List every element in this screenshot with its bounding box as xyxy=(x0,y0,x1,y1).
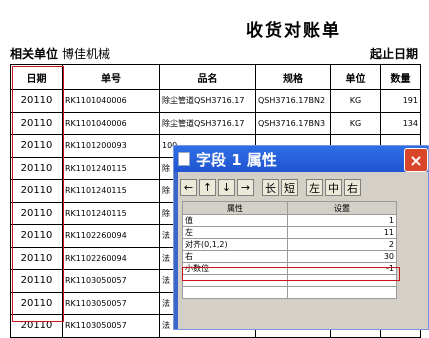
move-right-button[interactable]: → xyxy=(237,179,254,196)
value-header: 设置 xyxy=(287,201,397,215)
align-left-button[interactable]: 左 xyxy=(306,179,323,196)
column-header: 品名 xyxy=(159,64,256,90)
column-header: 单位 xyxy=(330,64,381,90)
cell-name: 除尘管道QSH3716.17 xyxy=(159,111,256,135)
property-value[interactable] xyxy=(287,274,397,287)
property-name: 右 xyxy=(182,250,288,263)
column-header: 数量 xyxy=(380,64,421,90)
move-left-button[interactable]: ← xyxy=(180,179,197,196)
report-title: 收货对账单 xyxy=(246,21,341,41)
property-row[interactable]: 右 30 xyxy=(182,250,397,263)
property-row[interactable] xyxy=(182,286,397,299)
property-value[interactable]: -1 xyxy=(287,262,397,275)
date-range-label: 起止日期 xyxy=(370,47,419,61)
cell-date: 20110 xyxy=(10,224,63,248)
cell-date: 20110 xyxy=(10,111,63,135)
move-down-button[interactable]: ↓ xyxy=(218,179,235,196)
related-unit-label: 相关单位 xyxy=(10,47,59,61)
property-row[interactable]: 小数位 -1 xyxy=(182,262,397,275)
property-row[interactable] xyxy=(182,274,397,287)
field-properties-dialog: 字段 1 属性 × ← ↑ ↓ → 长 短 左 中 右 属性 设置 值 1 左 11 对… xyxy=(173,145,429,330)
dialog-border xyxy=(174,172,178,329)
cell-no: RK1103050057 xyxy=(62,314,160,338)
column-header: 单号 xyxy=(62,64,160,90)
cell-date: 20110 xyxy=(10,246,63,270)
property-header: 属性 xyxy=(182,201,288,215)
property-name: 左 xyxy=(182,226,288,239)
cell-qty: 191 xyxy=(380,89,421,113)
cell-date: 20110 xyxy=(10,134,63,158)
property-name: 对齐(0,1,2) xyxy=(182,238,288,251)
move-up-button[interactable]: ↑ xyxy=(199,179,216,196)
cell-no: RK1101040006 xyxy=(62,89,160,113)
cell-no: RK1102260094 xyxy=(62,246,160,270)
cell-date: 20110 xyxy=(10,156,63,180)
property-row[interactable]: 左 11 xyxy=(182,226,397,239)
cell-no: RK1101240115 xyxy=(62,201,160,225)
column-header: 日期 xyxy=(10,64,63,90)
column-header: 规格 xyxy=(255,64,331,90)
related-unit: 相关单位 博佳机械 xyxy=(10,45,110,62)
cell-spec: QSH3716.17BN3 xyxy=(255,111,331,135)
property-value[interactable]: 1 xyxy=(287,214,397,227)
cell-no: RK1102260094 xyxy=(62,224,160,248)
window-icon xyxy=(178,152,190,166)
property-row[interactable]: 值1 xyxy=(182,214,397,227)
shorter-button[interactable]: 短 xyxy=(281,179,298,196)
property-name: 小数位 xyxy=(182,262,288,275)
align-center-button[interactable]: 中 xyxy=(325,179,342,196)
cell-no: RK1101200093 xyxy=(62,134,160,158)
cell-date: 20110 xyxy=(10,89,63,113)
property-name: 值 xyxy=(182,214,288,227)
cell-no: RK1101240115 xyxy=(62,179,160,203)
property-value[interactable]: 2 xyxy=(287,238,397,251)
align-right-button[interactable]: 右 xyxy=(344,179,361,196)
cell-name: 除尘管道QSH3716.17 xyxy=(159,89,256,113)
cell-no: RK1103050057 xyxy=(62,291,160,315)
property-value[interactable] xyxy=(287,286,397,299)
dialog-titlebar[interactable]: 字段 1 属性 xyxy=(174,146,428,172)
cell-unit: KG xyxy=(330,89,381,113)
dialog-title: 字段 1 属性 xyxy=(196,150,277,169)
cell-unit: KG xyxy=(330,111,381,135)
table-header-row: 日期 单号 品名 规格 单位 数量 xyxy=(10,64,421,90)
table-row: 20110 RK1101040006 除尘管道QSH3716.17 QSH3716.1… xyxy=(10,111,421,135)
cell-qty: 134 xyxy=(380,111,421,135)
property-row[interactable]: 对齐(0,1,2) 2 xyxy=(182,238,397,251)
cell-date: 20110 xyxy=(10,179,63,203)
cell-no: RK1101040006 xyxy=(62,111,160,135)
related-unit-value: 博佳机械 xyxy=(62,47,111,61)
dialog-toolbar: ← ↑ ↓ → 长 短 左 中 右 xyxy=(180,179,361,196)
cell-no: RK1101240115 xyxy=(62,156,160,180)
cell-date: 20110 xyxy=(10,201,63,225)
property-value[interactable]: 11 xyxy=(287,226,397,239)
cell-date: 20110 xyxy=(10,314,63,338)
property-name xyxy=(182,286,288,299)
cell-date: 20110 xyxy=(10,269,63,293)
table-row: 20110 RK1101040006 除尘管道QSH3716.17 QSH3716.1… xyxy=(10,89,421,113)
property-value[interactable]: 30 xyxy=(287,250,397,263)
cell-date: 20110 xyxy=(10,291,63,315)
close-button[interactable]: × xyxy=(404,148,428,172)
property-grid: 属性 设置 值 1 左 11 对齐(0,1,2) 2 右 30 小数位 -1 xyxy=(182,201,397,299)
cell-no: RK1103050057 xyxy=(62,269,160,293)
cell-spec: QSH3716.17BN2 xyxy=(255,89,331,113)
property-name xyxy=(182,274,288,287)
longer-button[interactable]: 长 xyxy=(262,179,279,196)
